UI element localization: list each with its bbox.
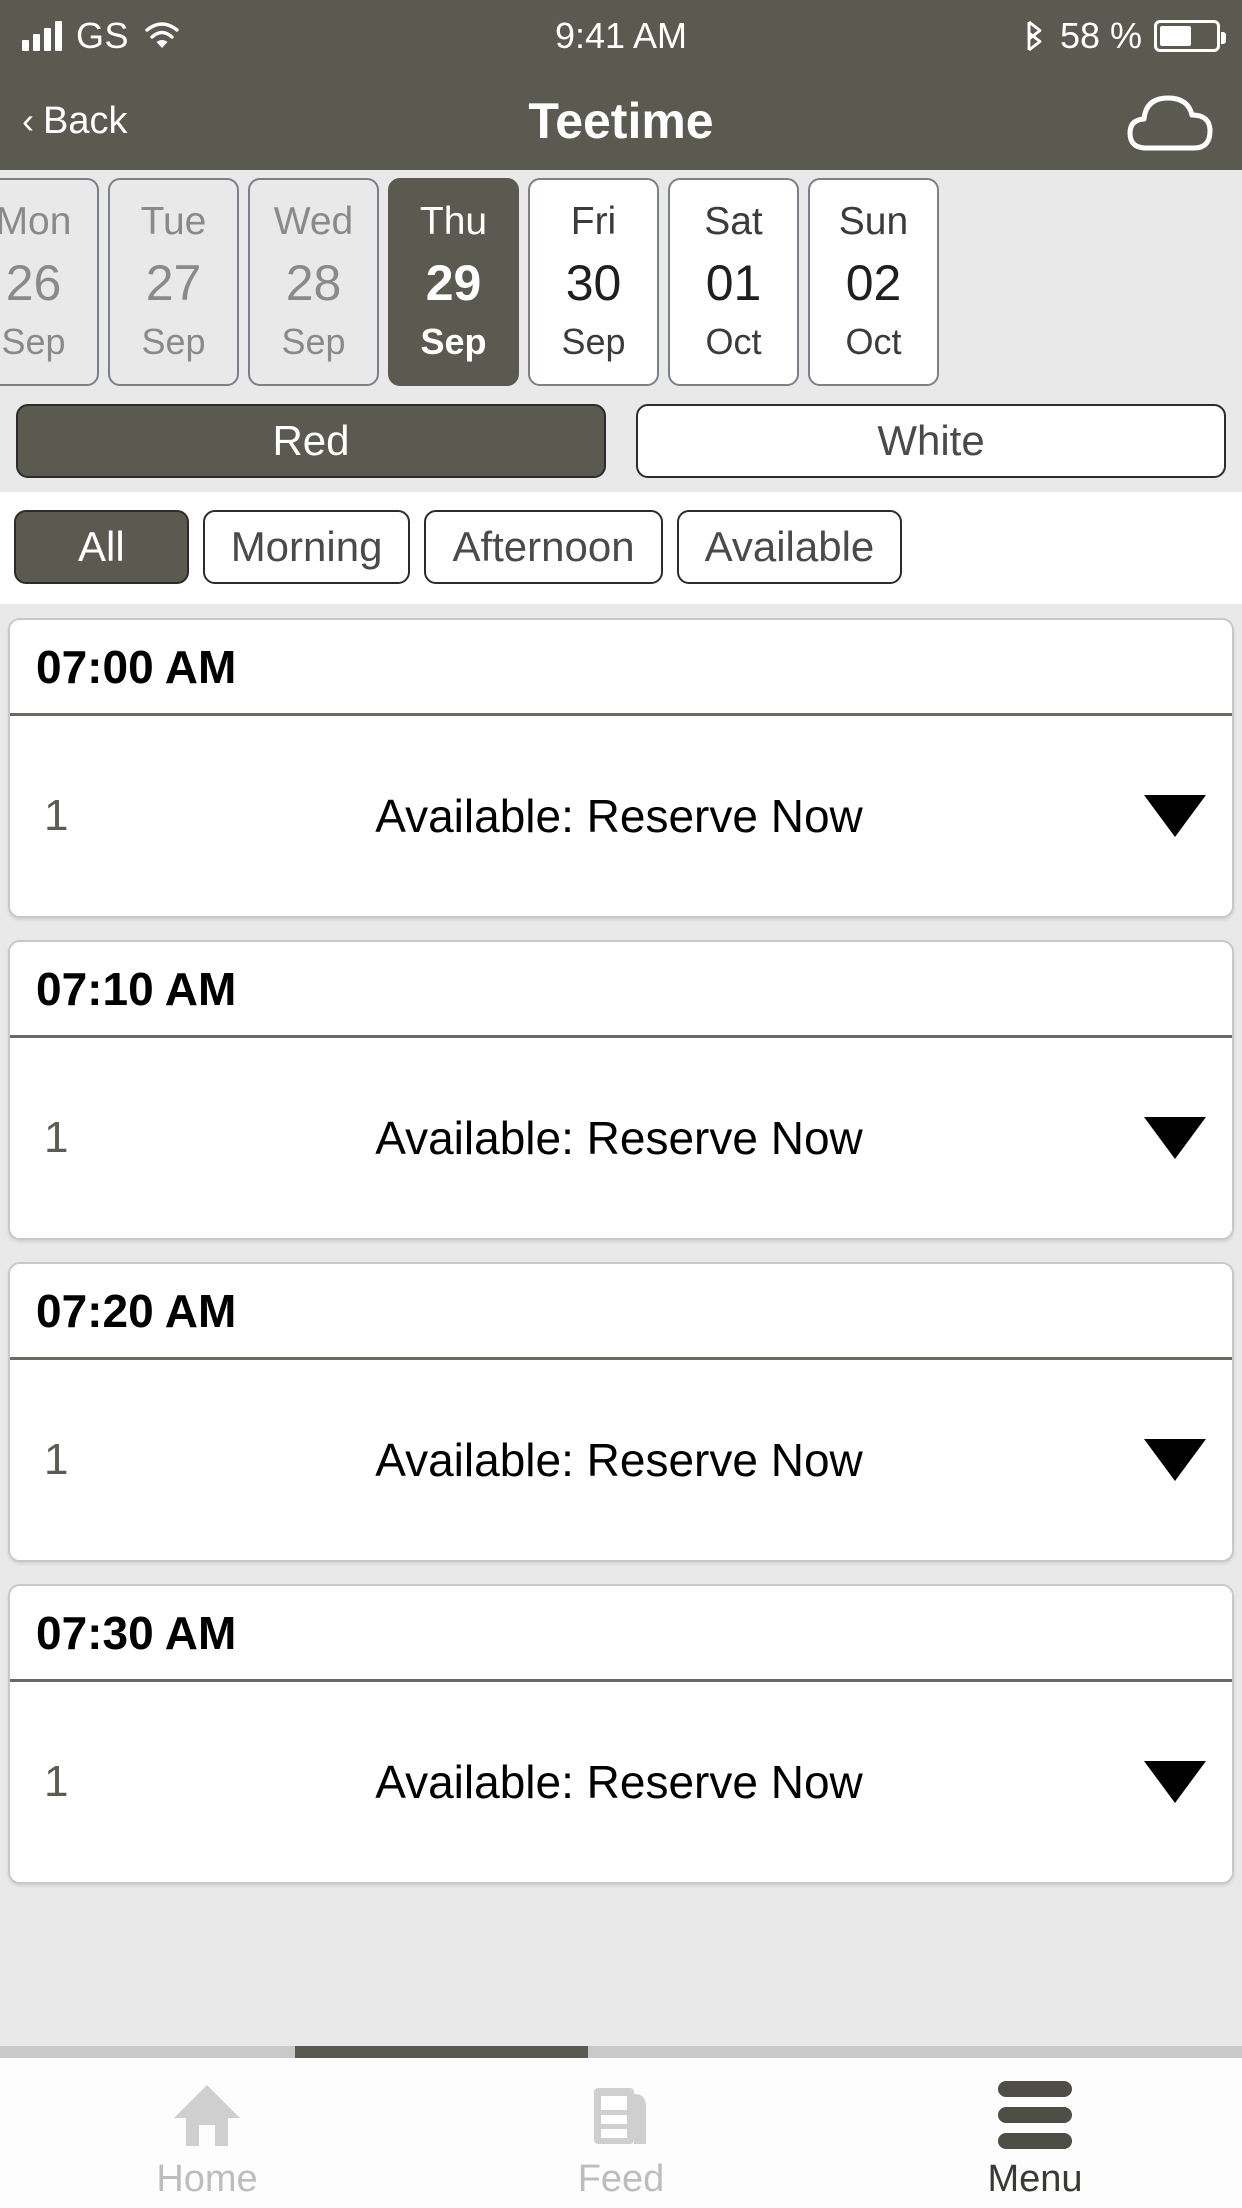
day-card-thu[interactable]: Thu 29 Sep [388, 178, 519, 386]
tab-label: Menu [987, 2158, 1083, 2200]
app-screen: GS 9:41 AM 58 % ‹ Back Teetime Mon 26 Se… [0, 0, 1242, 2208]
filter-button-morning[interactable]: Morning [202, 510, 411, 584]
month-label: Sep [141, 321, 206, 362]
tab-feed[interactable]: Feed [414, 2080, 828, 2198]
filter-button-afternoon[interactable]: Afternoon [424, 510, 663, 584]
carrier-label: GS [76, 15, 130, 56]
chevron-down-icon[interactable] [1144, 1439, 1206, 1481]
wifi-icon [143, 21, 181, 51]
time-filter-row: All Morning Afternoon Available [0, 492, 1242, 604]
teetime-slot-row[interactable]: 1 Available: Reserve Now [10, 1038, 1232, 1238]
month-label: Sep [420, 321, 487, 362]
slot-status-label[interactable]: Available: Reserve Now [134, 1755, 1144, 1809]
course-button-white[interactable]: White [636, 404, 1226, 478]
day-card-sat[interactable]: Sat 01 Oct [668, 178, 799, 386]
slot-status-label[interactable]: Available: Reserve Now [134, 1111, 1144, 1165]
status-bar-left: GS [22, 15, 181, 57]
course-button-red[interactable]: Red [16, 404, 606, 478]
day-number-label: 01 [705, 254, 762, 311]
filter-button-available[interactable]: Available [676, 510, 903, 584]
back-button[interactable]: ‹ Back [22, 100, 127, 143]
horizontal-scrollbar[interactable] [0, 2046, 1242, 2058]
teetime-list[interactable]: 07:00 AM 1 Available: Reserve Now 07:10 AM 1… [0, 604, 1242, 2046]
battery-percent-label: 58 % [1059, 15, 1142, 56]
scrollbar-thumb[interactable] [295, 2046, 588, 2058]
day-number-label: 27 [145, 254, 202, 311]
teetime-slot-row[interactable]: 1 Available: Reserve Now [10, 716, 1232, 916]
course-toggle-row: Red White [0, 394, 1242, 492]
teetime-card-header: 07:00 AM [10, 620, 1232, 716]
day-of-week-label: Mon [0, 200, 72, 243]
month-label: Sep [1, 321, 66, 362]
date-selector-strip[interactable]: Mon 26 Sep Tue 27 Sep Wed 28 Sep Thu 29 Sep Fri 30 Sep… [0, 170, 1242, 394]
slot-status-label[interactable]: Available: Reserve Now [134, 1433, 1144, 1487]
teetime-label: 07:10 AM [36, 962, 237, 1015]
day-of-week-label: Tue [140, 200, 207, 243]
home-icon [170, 2080, 244, 2150]
month-label: Oct [705, 321, 762, 362]
back-button-label: Back [43, 99, 128, 142]
slot-number-label: 1 [44, 1435, 69, 1484]
day-of-week-label: Thu [419, 200, 488, 243]
day-number-label: 30 [565, 254, 622, 311]
tab-menu[interactable]: Menu [828, 2080, 1242, 2198]
chevron-down-icon[interactable] [1144, 1117, 1206, 1159]
slot-number-label: 1 [44, 1757, 69, 1806]
teetime-label: 07:00 AM [36, 640, 237, 693]
teetime-card[interactable]: 07:10 AM 1 Available: Reserve Now [8, 940, 1234, 1240]
slot-number-label: 1 [44, 1113, 69, 1162]
cloud-icon[interactable] [1120, 85, 1220, 157]
teetime-card-header: 07:20 AM [10, 1264, 1232, 1360]
tab-label: Feed [577, 2158, 665, 2200]
teetime-card[interactable]: 07:30 AM 1 Available: Reserve Now [8, 1584, 1234, 1884]
day-of-week-label: Sun [838, 200, 909, 243]
feed-icon [586, 2080, 656, 2150]
teetime-card-header: 07:30 AM [10, 1586, 1232, 1682]
battery-icon [1154, 20, 1226, 52]
chevron-left-icon: ‹ [22, 100, 34, 141]
day-number-label: 02 [845, 254, 902, 311]
tab-label: Home [156, 2158, 258, 2200]
teetime-card[interactable]: 07:00 AM 1 Available: Reserve Now [8, 618, 1234, 918]
day-card-fri[interactable]: Fri 30 Sep [528, 178, 659, 386]
nav-bar: ‹ Back Teetime [0, 72, 1242, 170]
month-label: Sep [561, 321, 626, 362]
teetime-card-header: 07:10 AM [10, 942, 1232, 1038]
day-of-week-label: Wed [273, 200, 354, 243]
slot-status-label[interactable]: Available: Reserve Now [134, 789, 1144, 843]
signal-bars-icon [22, 21, 62, 51]
month-label: Sep [281, 321, 346, 362]
day-card-wed: Wed 28 Sep [248, 178, 379, 386]
status-bar: GS 9:41 AM 58 % [0, 0, 1242, 72]
teetime-label: 07:20 AM [36, 1284, 237, 1337]
status-bar-right: 58 % [1022, 15, 1226, 57]
page-title: Teetime [528, 93, 714, 149]
hamburger-menu-icon [998, 2080, 1072, 2150]
teetime-slot-row[interactable]: 1 Available: Reserve Now [10, 1360, 1232, 1560]
slot-number-label: 1 [44, 791, 69, 840]
bluetooth-icon [1022, 19, 1048, 53]
chevron-down-icon[interactable] [1144, 795, 1206, 837]
day-card-tue: Tue 27 Sep [108, 178, 239, 386]
day-number-label: 28 [285, 254, 342, 311]
month-label: Oct [845, 321, 902, 362]
day-number-label: 29 [425, 254, 482, 311]
day-card-sun[interactable]: Sun 02 Oct [808, 178, 939, 386]
day-number-label: 26 [5, 254, 62, 311]
teetime-slot-row[interactable]: 1 Available: Reserve Now [10, 1682, 1232, 1882]
day-card-mon: Mon 26 Sep [0, 178, 99, 386]
tab-home[interactable]: Home [0, 2080, 414, 2198]
teetime-label: 07:30 AM [36, 1606, 237, 1659]
teetime-card[interactable]: 07:20 AM 1 Available: Reserve Now [8, 1262, 1234, 1562]
day-of-week-label: Sat [704, 200, 763, 243]
filter-button-all[interactable]: All [14, 510, 189, 584]
chevron-down-icon[interactable] [1144, 1761, 1206, 1803]
bottom-tab-bar: Home Feed Menu [0, 2058, 1242, 2208]
day-of-week-label: Fri [570, 200, 617, 243]
